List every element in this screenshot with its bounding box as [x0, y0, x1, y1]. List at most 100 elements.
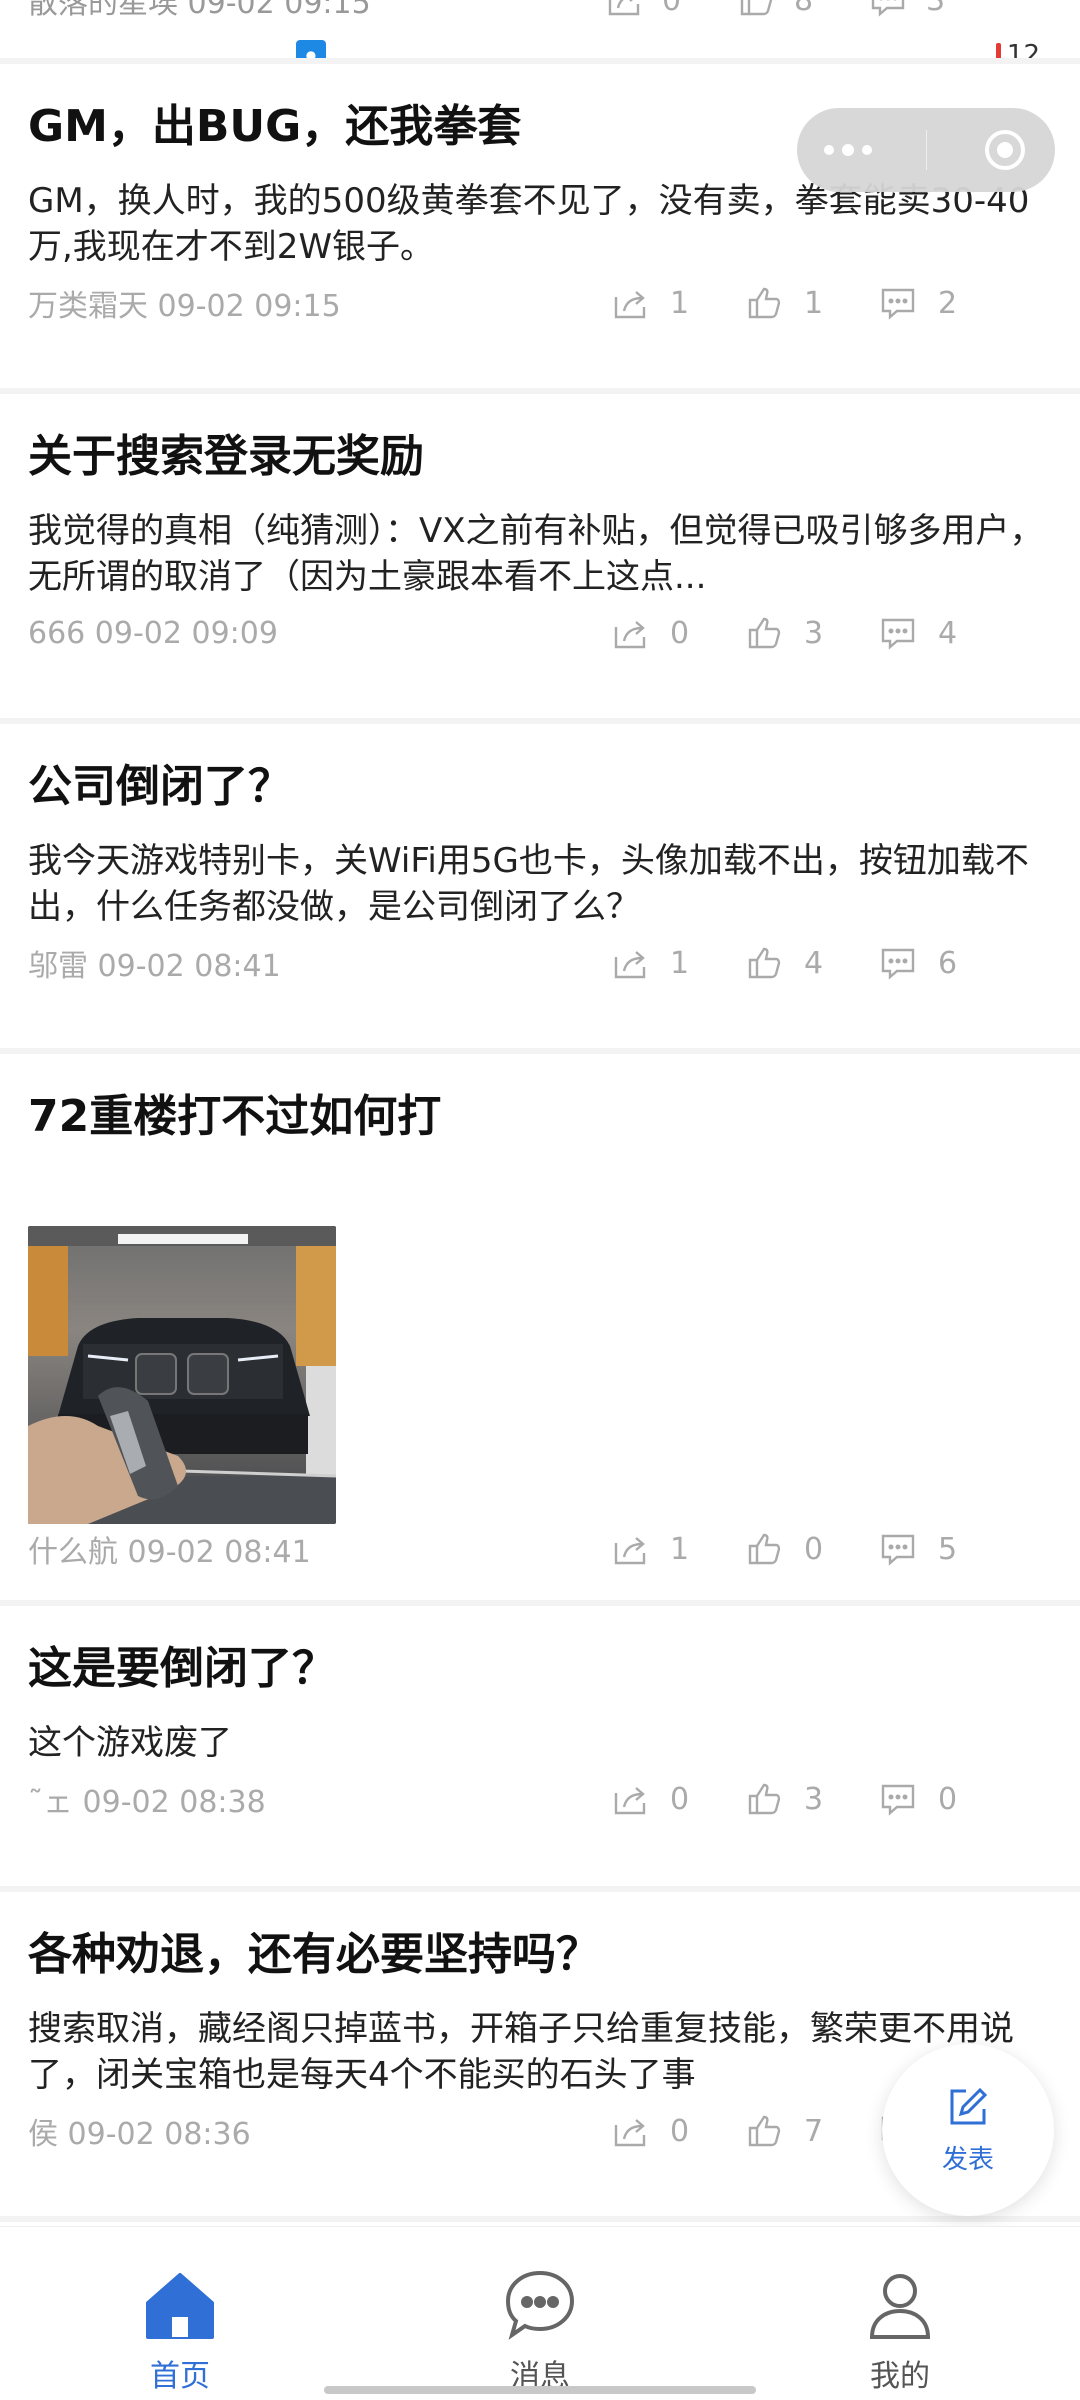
share-count: 0 [662, 0, 682, 18]
post-card[interactable]: 关于搜索登录无奖励 我觉得的真相（纯猜测）：VX之前有补贴，但觉得已吸引够多用户… [0, 394, 1080, 724]
like-count: 3 [804, 615, 824, 651]
nav-messages[interactable]: 消息 [360, 2227, 720, 2400]
miniprogram-capsule [797, 108, 1055, 192]
post-card[interactable]: 72重楼打不过如何打 什么航 09-02 08:41 1 0 5 [0, 1054, 1080, 1606]
share-stat[interactable]: 1 [610, 1529, 744, 1569]
share-stat[interactable]: 0 [610, 2111, 744, 2151]
comment-count: 2 [938, 285, 958, 321]
like-stat[interactable]: 4 [744, 943, 878, 983]
post-feed[interactable]: GM，出BUG，还我拳套 GM，换人时，我的500级黄拳套不见了，没有卖，拳套能… [0, 64, 1080, 2226]
like-stat[interactable]: 1 [744, 283, 878, 323]
more-dot-icon [842, 144, 855, 156]
home-icon [146, 2273, 214, 2339]
user-icon [869, 2274, 931, 2339]
share-count: 1 [670, 945, 690, 981]
post-meta: 散落的星埃 09-02 09:15 0 8 3 [28, 0, 1040, 28]
thumbs-up-icon [748, 2115, 781, 2147]
like-count: 8 [794, 0, 814, 18]
like-count: 3 [804, 1781, 824, 1817]
bottom-nav: 首页 消息 我的 [0, 2226, 1080, 2400]
red-marker [995, 43, 1001, 58]
post-author-time: 侯 09-02 08:36 [28, 2117, 251, 2152]
post-author-time: 666 09-02 09:09 [28, 615, 278, 651]
post-stats: 1 1 2 [610, 283, 1052, 323]
post-author-time: 万类霜天 09-02 09:15 [28, 289, 341, 324]
post-author-time: 什么航 09-02 08:41 [28, 1535, 311, 1570]
post-author-time: 散落的星埃 09-02 09:15 [28, 0, 371, 21]
comment-stat[interactable]: 2 [878, 283, 1012, 323]
share-stat[interactable]: 1 [610, 283, 744, 323]
comment-icon [881, 288, 915, 320]
nav-me[interactable]: 我的 [720, 2227, 1080, 2400]
share-count: 1 [670, 285, 690, 321]
comment-stat[interactable]: 4 [878, 613, 1012, 653]
nav-home[interactable]: 首页 [0, 2227, 360, 2400]
share-stat[interactable]: 0 [610, 613, 744, 653]
comment-icon [881, 618, 915, 650]
like-stat[interactable]: 7 [744, 2111, 878, 2151]
previous-post-partial[interactable]: 散落的星埃 09-02 09:15 0 8 3 ● 12 [0, 0, 1080, 64]
post-card[interactable]: 公司倒闭了？ 我今天游戏特别卡，关WiFi用5G也卡，头像加载不出，按钮加载不出… [0, 724, 1080, 1054]
post-image[interactable] [28, 1226, 336, 1524]
close-target-icon[interactable] [982, 127, 1028, 173]
share-stat[interactable]: 1 [610, 943, 744, 983]
comment-icon [881, 1784, 915, 1816]
message-bubble-icon [505, 2270, 575, 2340]
post-title: 这是要倒闭了？ [28, 1643, 336, 1694]
comment-stat[interactable]: 3 [868, 0, 1000, 20]
post-title: 72重楼打不过如何打 [28, 1091, 442, 1142]
share-icon [614, 2119, 646, 2147]
like-stat[interactable]: 3 [744, 1779, 878, 1819]
share-stat[interactable]: 0 [604, 0, 736, 20]
share-stat[interactable]: 0 [610, 1779, 744, 1819]
share-count: 0 [670, 1781, 690, 1817]
post-author-time: 邬雷 09-02 08:41 [28, 949, 281, 984]
share-count: 1 [670, 1531, 690, 1567]
share-icon [614, 951, 646, 979]
post-meta: 666 09-02 09:09 0 3 4 [28, 608, 1052, 678]
comment-stat[interactable]: 5 [878, 1529, 1012, 1569]
post-stats: 1 4 6 [610, 943, 1052, 983]
post-meta: 万类霜天 09-02 09:15 1 1 2 [28, 278, 1052, 348]
nav-home-label: 首页 [150, 2359, 210, 2394]
capsule-divider [926, 130, 928, 170]
like-count: 4 [804, 945, 824, 981]
like-stat[interactable]: 0 [744, 1529, 878, 1569]
post-stats: 0 3 4 [610, 613, 1052, 653]
like-stat[interactable]: 8 [736, 0, 868, 20]
post-title: 关于搜索登录无奖励 [28, 431, 424, 482]
thumbs-up-icon [748, 1533, 781, 1565]
comment-stat[interactable]: 6 [878, 943, 1012, 983]
thumbs-up-icon [748, 287, 781, 319]
comment-count: 4 [938, 615, 958, 651]
post-meta: ˜ェ 09-02 08:38 0 3 0 [28, 1774, 1052, 1844]
compose-label: 发表 [941, 2144, 994, 2175]
thumbs-up-icon [748, 617, 781, 649]
like-count: 0 [804, 1531, 824, 1567]
thumbs-up-icon [740, 0, 773, 16]
comment-stat[interactable]: 0 [878, 1779, 1012, 1819]
share-count: 0 [670, 615, 690, 651]
comment-icon [871, 0, 905, 17]
share-icon [614, 621, 646, 649]
post-card[interactable]: 这是要倒闭了？ 这个游戏废了 ˜ェ 09-02 08:38 0 3 0 [0, 1606, 1080, 1892]
more-menu-button[interactable] [824, 144, 873, 156]
post-compose-button[interactable]: 发表 [882, 2044, 1054, 2216]
post-meta: 邬雷 09-02 08:41 1 4 6 [28, 938, 1052, 1008]
car-photo [28, 1226, 336, 1524]
like-stat[interactable]: 3 [744, 613, 878, 653]
share-icon [608, 0, 640, 16]
like-count: 7 [804, 2113, 824, 2149]
share-icon [614, 1787, 646, 1815]
comment-count: 5 [938, 1531, 958, 1567]
notification-count: 12 [995, 40, 1040, 58]
post-title: 各种劝退，还有必要坚持吗？ [28, 1929, 600, 1980]
comment-icon [881, 1534, 915, 1566]
nav-me-label: 我的 [870, 2359, 930, 2394]
post-title: 公司倒闭了？ [28, 761, 292, 812]
post-body: 我觉得的真相（纯猜测）：VX之前有补贴，但觉得已吸引够多用户，无所谓的取消了（因… [28, 511, 1044, 597]
share-icon [614, 291, 646, 319]
share-count: 0 [670, 2113, 690, 2149]
comment-count: 0 [938, 1781, 958, 1817]
home-indicator[interactable] [324, 2386, 756, 2394]
